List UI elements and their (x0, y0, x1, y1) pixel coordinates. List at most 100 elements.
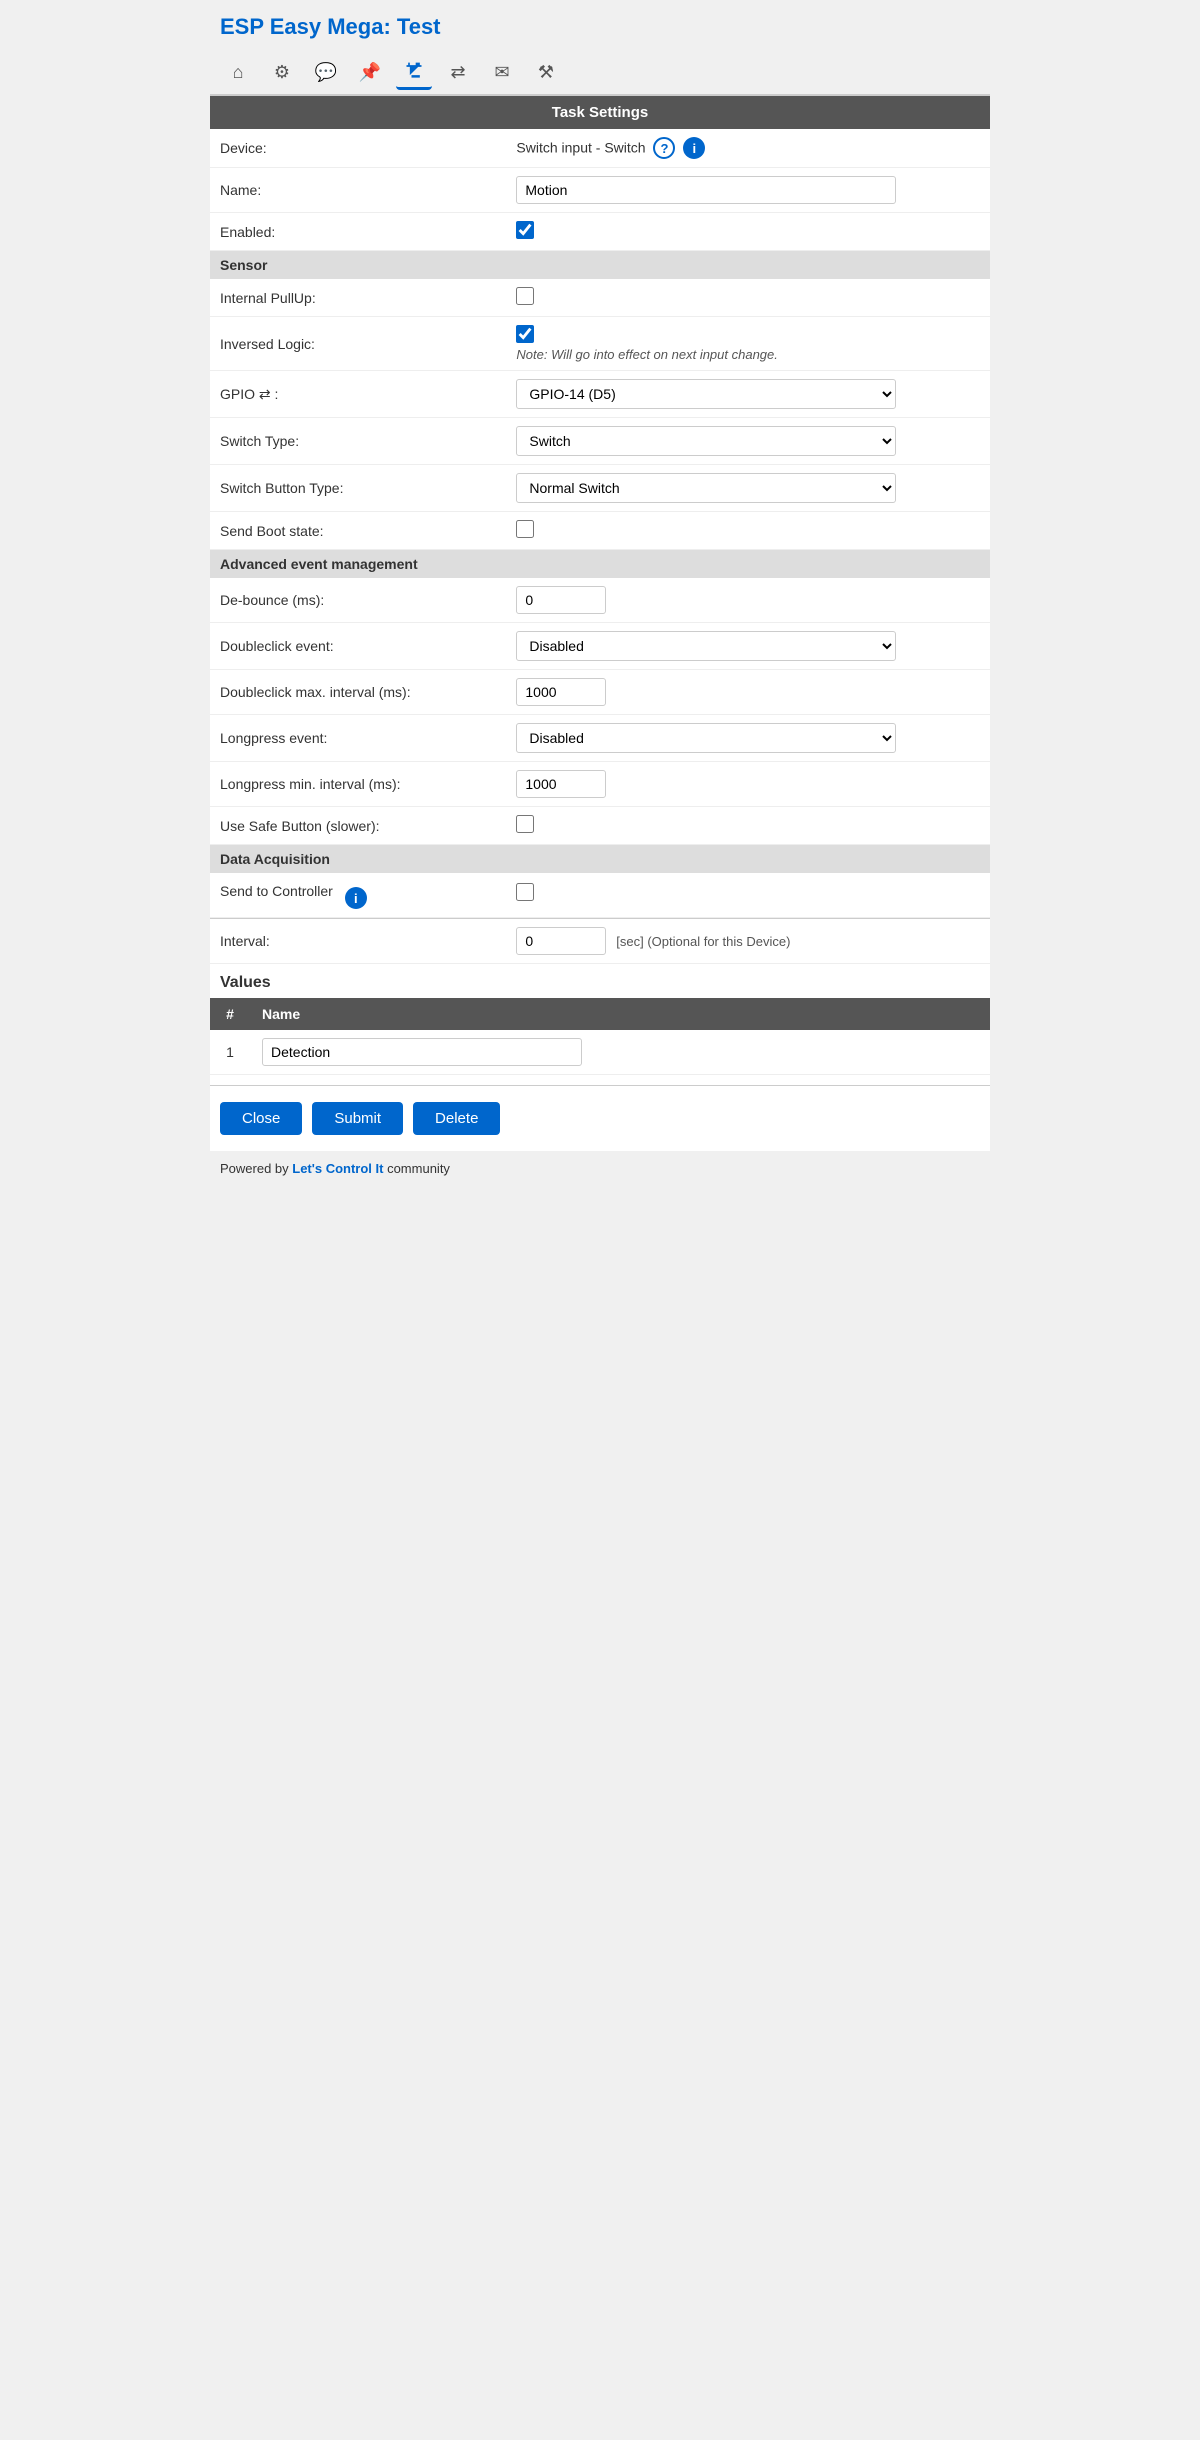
home-icon[interactable]: ⌂ (220, 54, 256, 90)
inversed-logic-label: Inversed Logic: (210, 317, 506, 371)
task-settings-header: Task Settings (210, 96, 990, 129)
values-table: # Name 1 (210, 998, 990, 1075)
send-controller-label-cell: Send to Controller i (210, 873, 506, 918)
name-input-cell (506, 168, 990, 213)
footer-prefix: Powered by (220, 1161, 292, 1176)
pin-icon[interactable]: 📌 (352, 54, 388, 90)
info-icon[interactable]: i (683, 137, 705, 159)
switch-type-select[interactable]: Switch Dimmer (516, 426, 896, 456)
longpress-interval-input[interactable] (516, 770, 606, 798)
safe-button-checkbox[interactable] (516, 815, 534, 833)
inversed-logic-cell: Note: Will go into effect on next input … (506, 317, 990, 371)
send-controller-checkbox[interactable] (516, 883, 534, 901)
name-input[interactable] (516, 176, 896, 204)
switch-button-type-select[interactable]: Normal Switch Push Active Low Push Activ… (516, 473, 896, 503)
row-number: 1 (210, 1030, 250, 1075)
row-name-input[interactable] (262, 1038, 582, 1066)
send-boot-checkbox[interactable] (516, 520, 534, 538)
internal-pullup-checkbox[interactable] (516, 287, 534, 305)
debounce-row: De-bounce (ms): (210, 578, 990, 623)
switch-button-type-cell: Normal Switch Push Active Low Push Activ… (506, 465, 990, 512)
enabled-checkbox[interactable] (516, 221, 534, 239)
footer: Powered by Let's Control It community (210, 1151, 990, 1192)
interval-table: Interval: [sec] (Optional for this Devic… (210, 919, 990, 964)
help-icon[interactable]: ? (653, 137, 675, 159)
gpio-select-cell: GPIO-14 (D5) GPIO-0 (D3) GPIO-1 (TX) GPI… (506, 371, 990, 418)
send-boot-label: Send Boot state: (210, 512, 506, 550)
send-controller-row: Send to Controller i (210, 873, 990, 918)
interval-cell: [sec] (Optional for this Device) (506, 919, 990, 964)
doubleclick-interval-row: Doubleclick max. interval (ms): (210, 670, 990, 715)
device-value-cell: Switch input - Switch ? i (506, 129, 990, 168)
chat-icon[interactable]: 💬 (308, 54, 344, 90)
plug-icon[interactable] (396, 54, 432, 90)
internal-pullup-cell (506, 279, 990, 317)
debounce-cell (506, 578, 990, 623)
values-title: Values (210, 964, 990, 998)
safe-button-cell (506, 807, 990, 845)
longpress-interval-label: Longpress min. interval (ms): (210, 762, 506, 807)
button-row: Close Submit Delete (210, 1086, 990, 1151)
doubleclick-row: Doubleclick event: Disabled Active Low A… (210, 623, 990, 670)
internal-pullup-row: Internal PullUp: (210, 279, 990, 317)
inversed-logic-note: Note: Will go into effect on next input … (516, 347, 778, 362)
table-row: 1 (210, 1030, 990, 1075)
send-controller-label: Send to Controller (220, 883, 333, 899)
footer-link[interactable]: Let's Control It (292, 1161, 383, 1176)
gpio-select[interactable]: GPIO-14 (D5) GPIO-0 (D3) GPIO-1 (TX) GPI… (516, 379, 896, 409)
enabled-checkbox-cell (506, 213, 990, 251)
sensor-table: Internal PullUp: Inversed Logic: Note: W… (210, 279, 990, 550)
advanced-event-table: De-bounce (ms): Doubleclick event: Disab… (210, 578, 990, 845)
doubleclick-interval-cell (506, 670, 990, 715)
delete-button[interactable]: Delete (413, 1102, 500, 1135)
nav-bar: ⌂ ⚙ 💬 📌 ⇄ ✉ ⚒ (210, 50, 990, 96)
name-row: Name: (210, 168, 990, 213)
longpress-label: Longpress event: (210, 715, 506, 762)
interval-row: Interval: [sec] (Optional for this Devic… (210, 919, 990, 964)
debounce-input[interactable] (516, 586, 606, 614)
doubleclick-interval-label: Doubleclick max. interval (ms): (210, 670, 506, 715)
interval-label: Interval: (210, 919, 506, 964)
task-settings-table: Device: Switch input - Switch ? i Name: … (210, 129, 990, 251)
longpress-row: Longpress event: Disabled Active Low Act… (210, 715, 990, 762)
enabled-label: Enabled: (210, 213, 506, 251)
main-container: Task Settings Device: Switch input - Swi… (210, 96, 990, 1151)
switch-type-row: Switch Type: Switch Dimmer (210, 418, 990, 465)
send-boot-cell (506, 512, 990, 550)
doubleclick-interval-input[interactable] (516, 678, 606, 706)
safe-button-label: Use Safe Button (slower): (210, 807, 506, 845)
page-title: ESP Easy Mega: Test (210, 0, 990, 50)
wrench-icon[interactable]: ⚒ (528, 54, 564, 90)
gpio-label: GPIO ⇄ : (210, 371, 506, 418)
settings-icon[interactable]: ⚙ (264, 54, 300, 90)
send-controller-info-icon[interactable]: i (345, 887, 367, 909)
submit-button[interactable]: Submit (312, 1102, 403, 1135)
device-value: Switch input - Switch (516, 140, 645, 156)
data-acquisition-header: Data Acquisition (210, 845, 990, 873)
debounce-label: De-bounce (ms): (210, 578, 506, 623)
longpress-interval-cell (506, 762, 990, 807)
name-label: Name: (210, 168, 506, 213)
longpress-select[interactable]: Disabled Active Low Active High Both (516, 723, 896, 753)
sensor-header: Sensor (210, 251, 990, 279)
values-col-number: # (210, 998, 250, 1030)
interval-input[interactable] (516, 927, 606, 955)
close-button[interactable]: Close (220, 1102, 302, 1135)
arrows-icon[interactable]: ⇄ (440, 54, 476, 90)
send-boot-row: Send Boot state: (210, 512, 990, 550)
safe-button-row: Use Safe Button (slower): (210, 807, 990, 845)
advanced-event-header: Advanced event management (210, 550, 990, 578)
switch-type-cell: Switch Dimmer (506, 418, 990, 465)
email-icon[interactable]: ✉ (484, 54, 520, 90)
values-section: Values # Name 1 (210, 964, 990, 1075)
device-label: Device: (210, 129, 506, 168)
row-name-cell (250, 1030, 990, 1075)
values-col-name: Name (250, 998, 990, 1030)
footer-suffix: community (383, 1161, 449, 1176)
data-acquisition-table: Send to Controller i (210, 873, 990, 918)
inversed-logic-checkbox[interactable] (516, 325, 534, 343)
longpress-cell: Disabled Active Low Active High Both (506, 715, 990, 762)
doubleclick-select[interactable]: Disabled Active Low Active High Both (516, 631, 896, 661)
send-controller-checkbox-cell (506, 873, 990, 918)
values-header-row: # Name (210, 998, 990, 1030)
